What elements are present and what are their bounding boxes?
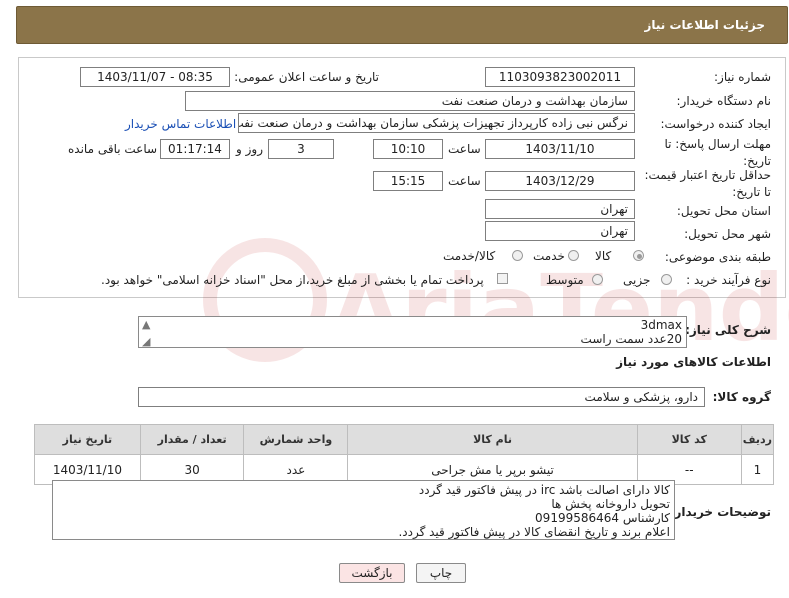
category-option-goods: کالا	[595, 249, 612, 263]
need-number-label: شماره نیاز:	[714, 70, 771, 84]
back-button[interactable]: بازگشت	[339, 563, 405, 583]
purchase-radio-minor[interactable]	[661, 274, 672, 285]
announce-datetime-field: 1403/11/07 - 08:35	[80, 67, 230, 87]
reply-time-label: ساعت	[448, 142, 481, 156]
purchase-radio-medium[interactable]	[592, 274, 603, 285]
buyer-note-line-2: تحویل داروخانه پخش ها	[551, 497, 670, 511]
treasury-checkbox[interactable]	[497, 273, 508, 284]
goods-table-grid: ردیف کد کالا نام کالا واحد شمارش تعداد /…	[34, 424, 775, 485]
col-code: کد کالا	[636, 424, 742, 455]
description-label: شرح کلی نیاز:	[685, 323, 771, 337]
page-header: جزئیات اطلاعات نیاز	[16, 6, 788, 44]
table-header-row: ردیف کد کالا نام کالا واحد شمارش تعداد /…	[34, 424, 775, 455]
col-name: نام کالا	[347, 424, 638, 455]
price-validity-date-field: 1403/12/29	[485, 171, 635, 191]
goods-table: ردیف کد کالا نام کالا واحد شمارش تعداد /…	[34, 424, 775, 485]
requester-label: ایجاد کننده درخواست:	[660, 117, 771, 131]
purchase-type-label: نوع فرآیند خرید :	[686, 273, 771, 287]
goods-info-title: اطلاعات کالاهای مورد نیاز	[616, 355, 771, 369]
buyer-org-field: سازمان بهداشت و درمان صنعت نفت	[185, 91, 635, 111]
price-validity-time-field: 15:15	[373, 171, 443, 191]
buyer-note-line-3: کارشناس 09199586464	[535, 511, 670, 525]
cell-row: 1	[740, 454, 775, 485]
purchase-option-medium: متوسط	[546, 273, 584, 287]
reply-date-field: 1403/11/10	[485, 139, 635, 159]
city-label: شهر محل تحویل:	[684, 227, 771, 241]
reply-deadline-label: مهلت ارسال پاسخ: تا تاریخ:	[664, 137, 771, 168]
category-option-service: خدمت	[533, 249, 565, 263]
col-row: ردیف	[740, 424, 775, 455]
resize-grip-icon[interactable]: ◢	[142, 335, 150, 348]
col-qty: تعداد / مقدار	[139, 424, 245, 455]
remaining-time-label: ساعت باقی مانده	[68, 142, 158, 156]
buyer-contact-link[interactable]: اطلاعات تماس خریدار	[125, 117, 236, 131]
category-option-goods-service: کالا/خدمت	[443, 249, 496, 263]
buyer-org-label: نام دستگاه خریدار:	[676, 94, 772, 108]
category-radio-goods[interactable]	[633, 250, 644, 261]
buyer-notes-label: توضیحات خریدار:	[669, 505, 771, 519]
province-field: تهران	[485, 199, 635, 219]
requester-field: نرگس نبی زاده کارپرداز تجهیزات پزشکی ساز…	[238, 113, 635, 133]
category-radio-goods-service[interactable]	[512, 250, 523, 261]
description-textarea[interactable]: 3dmax 20عدد سمت راست	[138, 316, 687, 348]
page-title: جزئیات اطلاعات نیاز	[644, 18, 765, 32]
buyer-notes-box: کالا دارای اصالت باشد irc در پیش فاکتور …	[52, 480, 675, 540]
reply-time-field: 10:10	[373, 139, 443, 159]
goods-group-field: دارو، پزشکی و سلامت	[138, 387, 705, 407]
description-line-1: 3dmax	[640, 318, 682, 332]
description-line-2: 20عدد سمت راست	[580, 332, 682, 346]
treasury-note: پرداخت تمام یا بخشی از مبلغ خرید،از محل …	[101, 273, 484, 287]
days-label: روز و	[236, 142, 263, 156]
price-validity-label: حداقل تاریخ اعتبار قیمت: تا تاریخ:	[644, 168, 771, 199]
price-validity-time-label: ساعت	[448, 174, 481, 188]
category-label: طبقه بندی موضوعی:	[664, 250, 771, 264]
category-radio-service[interactable]	[568, 250, 579, 261]
col-date: تاریخ نیاز	[34, 424, 141, 455]
col-unit: واحد شمارش	[243, 424, 349, 455]
need-number-field: 1103093823002011	[485, 67, 635, 87]
goods-group-label: گروه کالا:	[712, 390, 771, 404]
buyer-note-line-4: اعلام برند و تاریخ انقضای کالا در پیش فا…	[398, 525, 670, 539]
buyer-note-line-1: کالا دارای اصالت باشد irc در پیش فاکتور …	[418, 483, 670, 497]
purchase-option-minor: جزیی	[623, 273, 651, 287]
print-button[interactable]: چاپ	[416, 563, 466, 583]
remaining-days-field: 3	[268, 139, 334, 159]
province-label: استان محل تحویل:	[676, 204, 771, 218]
announce-datetime-label: تاریخ و ساعت اعلان عمومی:	[234, 70, 379, 84]
scroll-up-icon[interactable]: ▲	[142, 318, 150, 331]
city-field: تهران	[485, 221, 635, 241]
remaining-time-field: 01:17:14	[160, 139, 230, 159]
